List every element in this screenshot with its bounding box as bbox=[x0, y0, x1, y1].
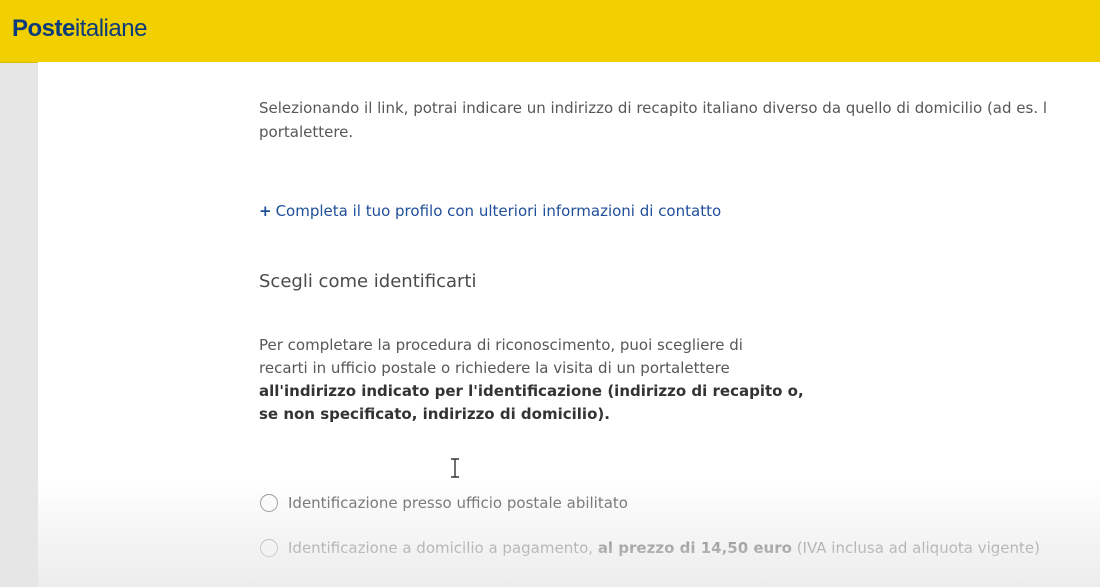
desc-line-1: Per completare la procedura di riconosci… bbox=[259, 336, 743, 354]
price-text: al prezzo di 14,50 euro bbox=[597, 539, 792, 557]
main-content-panel: Selezionando il link, potrai indicare un… bbox=[38, 62, 1100, 587]
poste-italiane-logo[interactable]: Posteitaliane bbox=[12, 15, 147, 43]
intro-line-1: Selezionando il link, potrai indicare un… bbox=[259, 99, 1048, 117]
logo-light-text: italiane bbox=[74, 15, 148, 42]
identification-description: Per completare la procedura di riconosci… bbox=[259, 334, 804, 426]
radio-option-home-visit-label: Identificazione a domicilio a pagamento,… bbox=[288, 539, 1040, 557]
radio-option-post-office[interactable]: Identificazione presso ufficio postale a… bbox=[260, 494, 628, 512]
desc-line-2: recarti in ufficio postale o richiedere … bbox=[259, 359, 730, 377]
complete-profile-link-label: Completa il tuo profilo con ulteriori in… bbox=[275, 202, 722, 220]
radio-button-icon[interactable] bbox=[260, 539, 278, 557]
desc-line-4-bold: se non specificato, indirizzo di domicil… bbox=[259, 405, 610, 423]
left-margin bbox=[0, 0, 38, 587]
complete-profile-link[interactable]: + Completa il tuo profilo con ulteriori i… bbox=[259, 202, 721, 220]
intro-line-2: portalettere. bbox=[259, 123, 354, 141]
logo-bold-text: Poste bbox=[12, 15, 75, 42]
radio-option-home-visit[interactable]: Identificazione a domicilio a pagamento,… bbox=[260, 539, 1040, 557]
radio-option-post-office-label: Identificazione presso ufficio postale a… bbox=[288, 494, 628, 512]
radio-button-icon[interactable] bbox=[260, 494, 278, 512]
section-title: Scegli come identificarti bbox=[259, 271, 477, 292]
intro-paragraph: Selezionando il link, potrai indicare un… bbox=[259, 96, 1047, 144]
desc-line-3-bold: all'indirizzo indicato per l'identificaz… bbox=[259, 382, 804, 400]
i-beam-cursor-icon bbox=[451, 458, 459, 478]
top-header: Posteitaliane bbox=[0, 0, 1100, 62]
plus-icon: + bbox=[259, 202, 272, 220]
